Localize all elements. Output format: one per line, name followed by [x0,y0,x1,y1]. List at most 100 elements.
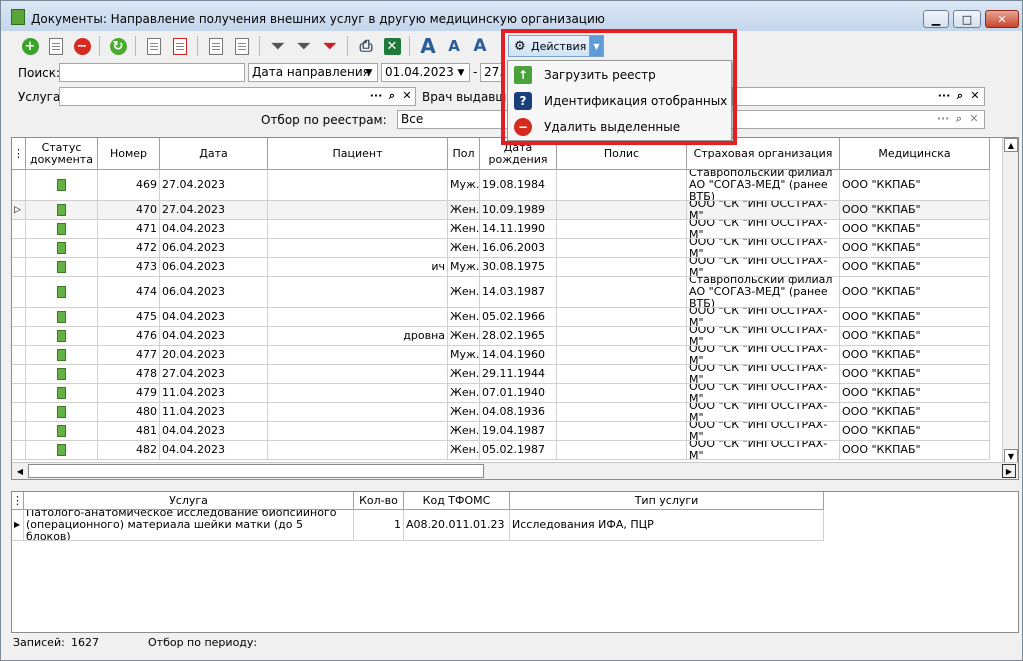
table-row[interactable]: 477 20.04.2023 Муж. 14.04.1960 ООО "СК "ИНГО… [12,346,990,365]
documents-grid[interactable]: ⋮ Статус документа Номер Дата Пациент Пол Дата… [11,137,1019,480]
column-header[interactable]: Медицинска [840,138,990,170]
row-indicator [12,170,26,201]
table-row[interactable]: 473 06.04.2023 ич Муж. 30.08.1975 ООО "СК "ИН… [12,258,990,277]
close-button[interactable]: ✕ [985,10,1019,28]
table-row[interactable]: 469 27.04.2023 Муж. 19.08.1984 Ставропольски… [12,170,990,201]
paste-button[interactable] [231,35,253,57]
column-header[interactable]: Дата [160,138,268,170]
scroll-left-icon[interactable]: ◀ [13,464,27,478]
edit-filter-button[interactable]: ⏷ [293,35,315,57]
scroll-right-icon[interactable]: ▶ [1002,464,1016,478]
patient-cell [268,308,448,327]
service-input[interactable]: ··· ⌕ ✕ [59,87,416,106]
chevron-down-icon: ▼ [457,67,465,78]
unsign-button[interactable] [169,35,191,57]
font-increase-button[interactable]: A [417,34,439,58]
table-row[interactable]: 479 11.04.2023 Жен. 07.01.1940 ООО "СК "ИНГО… [12,384,990,403]
clear-filter-button[interactable]: ⏷ [319,35,341,57]
scroll-down-icon[interactable]: ▼ [1004,449,1018,463]
app-document-icon [11,9,25,25]
service-select-button[interactable]: ··· [369,89,383,104]
row-indicator [12,422,26,441]
column-header[interactable]: Тип услуги [510,492,824,510]
search-icon[interactable]: ⌕ [953,89,967,104]
table-row[interactable]: 480 11.04.2023 Жен. 04.08.1936 ООО "СК "ИНГО… [12,403,990,422]
filter-button[interactable]: ⏷ [267,35,289,57]
table-row[interactable]: 482 04.04.2023 Жен. 05.02.1987 ООО "СК "ИНГО… [12,441,990,460]
delete-button[interactable]: − [71,35,93,57]
column-header[interactable]: Пациент [268,138,448,170]
registry-select-button[interactable]: ··· [936,112,950,127]
excel-button[interactable]: ✕ [381,35,403,57]
font-decrease-button[interactable]: A [443,35,465,57]
services-grid[interactable]: ⋮ Услуга Кол-во Код ТФОМС Тип услуги ▶ Патоло… [11,491,1019,633]
date-cell: 20.04.2023 [160,346,268,365]
status-document-icon [57,179,66,191]
search-label: Поиск: [18,66,61,80]
table-row[interactable]: ▷ 470 27.04.2023 Жен. 10.09.1989 ООО "СК "ИНГ… [12,201,990,220]
dob-cell: 14.11.1990 [480,220,557,239]
org-cell: ООО "ККПАБ" [840,346,990,365]
search-input[interactable] [59,63,245,82]
insurer-cell: Ставропольский филиал АО "СОГАЗ-МЕД" (ра… [687,170,840,201]
status-document-icon [57,406,66,418]
maximize-button[interactable]: □ [953,10,981,28]
search-icon[interactable]: ⌕ [952,112,966,127]
horizontal-scrollbar[interactable]: ◀ ▶ [12,462,1018,479]
status-cell [26,308,98,327]
date-from-input[interactable]: 01.04.2023 ▼ [381,63,470,82]
scroll-up-icon[interactable]: ▲ [1004,138,1018,152]
column-header[interactable]: Статус документа [26,138,98,170]
status-document-icon [57,223,66,235]
row-indicator: ▶ [12,510,24,541]
patient-cell [268,277,448,308]
vertical-scrollbar[interactable]: ▲ ▼ [1002,138,1018,463]
search-icon[interactable]: ⌕ [385,89,399,104]
table-row[interactable]: 476 04.04.2023 дровна Жен. 28.02.1965 ООО "СК… [12,327,990,346]
column-header[interactable]: Услуга [24,492,354,510]
table-row[interactable]: 475 04.04.2023 Жен. 05.02.1966 ООО "СК "ИНГО… [12,308,990,327]
date-cell: 04.04.2023 [160,220,268,239]
font-default-button[interactable]: A [469,35,491,57]
sign-button[interactable] [143,35,165,57]
clear-filter-icon: ⏷ [323,36,337,55]
status-document-icon [57,242,66,254]
table-row[interactable]: ▶ Патолого-анатомическое исследование био… [12,510,824,541]
clear-icon[interactable]: ✕ [967,112,981,127]
column-header[interactable]: Номер [98,138,160,170]
print-button[interactable]: ⎙ [355,35,377,57]
column-header[interactable]: Кол-во [354,492,404,510]
clear-icon[interactable]: ✕ [400,89,414,104]
toolbar-separator [347,36,348,56]
column-header[interactable]: Код ТФОМС [404,492,510,510]
doctor-input[interactable]: ··· ⌕ ✕ [732,87,985,106]
date-to-input[interactable]: 27. [480,63,502,82]
status-document-icon [57,368,66,380]
date-cell: 04.04.2023 [160,308,268,327]
clear-icon[interactable]: ✕ [968,89,982,104]
edit-document-button[interactable] [45,35,67,57]
copy-button[interactable] [205,35,227,57]
highlight-frame [501,29,737,145]
table-row[interactable]: 481 04.04.2023 Жен. 19.04.1987 ООО "СК "ИНГО… [12,422,990,441]
org-cell: ООО "ККПАБ" [840,327,990,346]
sex-cell: Жен. [448,327,480,346]
table-row[interactable]: 472 06.04.2023 Жен. 16.06.2003 ООО "СК "ИНГО… [12,239,990,258]
table-row[interactable]: 471 04.04.2023 Жен. 14.11.1990 ООО "СК "ИНГО… [12,220,990,239]
doctor-select-button[interactable]: ··· [937,89,951,104]
row-indicator [12,239,26,258]
filter-icon: ⏷ [271,36,285,55]
minimize-button[interactable]: ▁ [923,10,949,28]
refresh-icon: ↻ [109,37,127,55]
scroll-thumb[interactable] [28,464,484,478]
status-document-icon [57,261,66,273]
column-header[interactable]: Пол [448,138,480,170]
date-type-select[interactable]: Дата направления ▼ [248,63,378,82]
table-row[interactable]: 478 27.04.2023 Жен. 29.11.1944 ООО "СК "ИНГО… [12,365,990,384]
table-row[interactable]: 474 06.04.2023 Жен. 14.03.1987 Ставропольски… [12,277,990,308]
date-cell: 11.04.2023 [160,403,268,422]
add-button[interactable]: + [19,35,41,57]
font-default-icon: A [473,36,487,56]
row-indicator [12,327,26,346]
refresh-button[interactable]: ↻ [107,35,129,57]
